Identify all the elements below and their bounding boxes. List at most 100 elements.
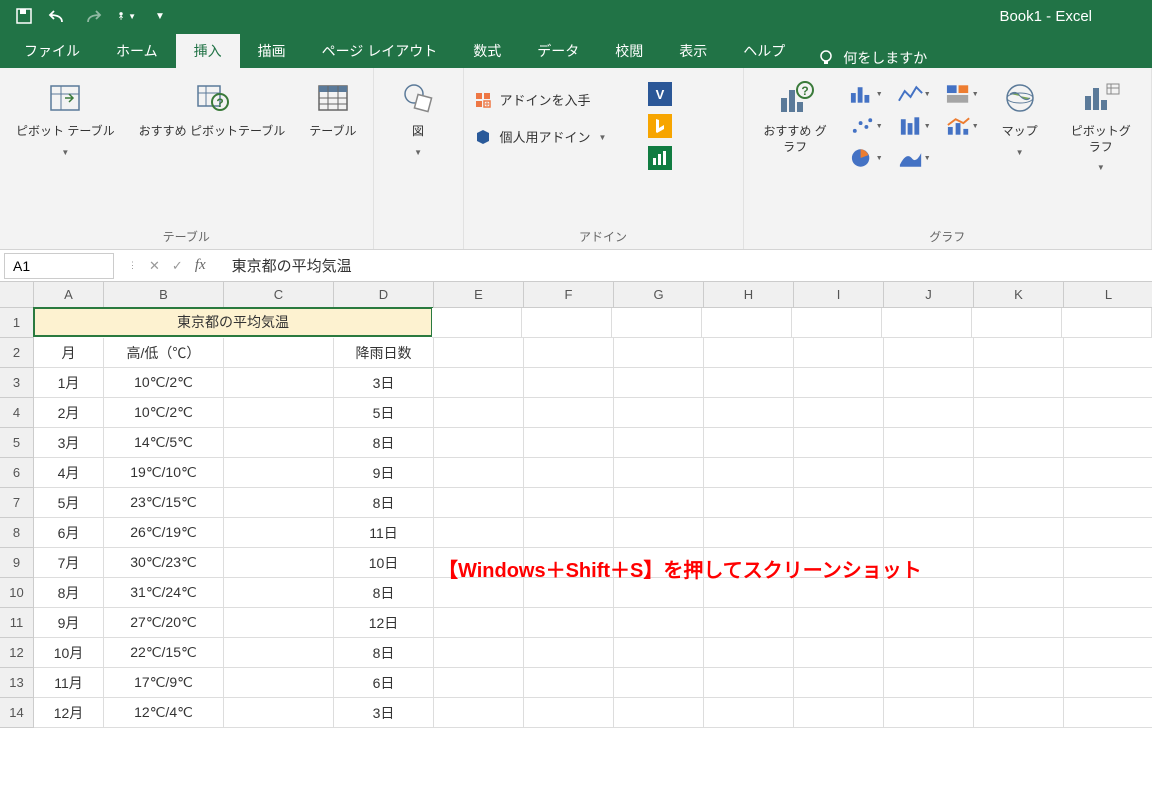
cell[interactable] [884, 398, 974, 428]
line-chart-icon[interactable]: ▼ [897, 82, 931, 106]
cell[interactable] [884, 578, 974, 608]
cell[interactable]: 9日 [334, 458, 434, 488]
cell[interactable] [224, 548, 334, 578]
cell[interactable] [524, 578, 614, 608]
save-icon[interactable] [14, 6, 34, 26]
tab-挿入[interactable]: 挿入 [176, 34, 240, 68]
cell[interactable] [1064, 698, 1152, 728]
formula-input[interactable]: 東京都の平均気温 [220, 255, 1152, 276]
cell[interactable] [974, 668, 1064, 698]
tab-描画[interactable]: 描画 [240, 34, 304, 68]
cell[interactable]: 7月 [34, 548, 104, 578]
cell[interactable] [614, 548, 704, 578]
cell[interactable] [884, 638, 974, 668]
cell[interactable] [794, 368, 884, 398]
cell[interactable] [224, 518, 334, 548]
cell[interactable] [434, 548, 524, 578]
cell[interactable] [794, 338, 884, 368]
cell[interactable] [524, 428, 614, 458]
tab-ファイル[interactable]: ファイル [6, 34, 98, 68]
cell[interactable] [884, 668, 974, 698]
cell[interactable]: 10℃/2℃ [104, 398, 224, 428]
cell[interactable] [1064, 338, 1152, 368]
row-header[interactable]: 12 [0, 638, 34, 668]
redo-icon[interactable] [82, 6, 102, 26]
cell[interactable] [434, 608, 524, 638]
cell[interactable] [614, 578, 704, 608]
cell[interactable]: 14℃/5℃ [104, 428, 224, 458]
cell[interactable] [1064, 668, 1152, 698]
col-header[interactable]: D [334, 282, 434, 308]
cell[interactable] [224, 698, 334, 728]
cell[interactable]: 31℃/24℃ [104, 578, 224, 608]
combo-chart-icon[interactable]: ▼ [945, 114, 979, 138]
row-header[interactable]: 9 [0, 548, 34, 578]
col-header[interactable]: A [34, 282, 104, 308]
cell[interactable] [1064, 548, 1152, 578]
cell[interactable] [614, 608, 704, 638]
cell[interactable] [434, 488, 524, 518]
cell[interactable] [884, 428, 974, 458]
cell[interactable] [704, 428, 794, 458]
row-header[interactable]: 2 [0, 338, 34, 368]
cell[interactable] [224, 368, 334, 398]
cell[interactable] [794, 518, 884, 548]
cell[interactable] [524, 488, 614, 518]
cell[interactable]: 8日 [334, 638, 434, 668]
cell[interactable] [794, 698, 884, 728]
cell[interactable]: 12℃/4℃ [104, 698, 224, 728]
cell[interactable]: 10℃/2℃ [104, 368, 224, 398]
cell[interactable] [1064, 608, 1152, 638]
cell[interactable] [614, 518, 704, 548]
cell[interactable]: 3月 [34, 428, 104, 458]
cell[interactable] [1064, 638, 1152, 668]
cell[interactable] [794, 668, 884, 698]
cell[interactable] [224, 578, 334, 608]
cell[interactable] [434, 578, 524, 608]
cell[interactable] [524, 698, 614, 728]
cell[interactable]: 12日 [334, 608, 434, 638]
cell[interactable]: 6日 [334, 668, 434, 698]
cell[interactable] [794, 458, 884, 488]
cell[interactable] [614, 488, 704, 518]
cell[interactable] [794, 428, 884, 458]
cell[interactable] [704, 488, 794, 518]
tell-me-search[interactable]: 何をしますか [803, 48, 941, 68]
cell[interactable]: 26℃/19℃ [104, 518, 224, 548]
cell[interactable]: 3日 [334, 698, 434, 728]
table-button[interactable]: テーブル [303, 74, 362, 144]
cell[interactable]: 6月 [34, 518, 104, 548]
row-header[interactable]: 11 [0, 608, 34, 638]
cell[interactable] [524, 398, 614, 428]
cell[interactable]: 8日 [334, 578, 434, 608]
cell[interactable] [524, 338, 614, 368]
undo-icon[interactable] [48, 6, 68, 26]
cell[interactable]: 降雨日数 [334, 338, 434, 368]
tab-データ[interactable]: データ [519, 34, 597, 68]
cell[interactable] [522, 308, 612, 338]
shapes-button[interactable]: 図 ▼ [389, 74, 447, 161]
name-box[interactable] [4, 253, 114, 279]
cell[interactable] [1064, 518, 1152, 548]
cell[interactable]: 11日 [334, 518, 434, 548]
recommended-pivot-button[interactable]: ? おすすめ ピボットテーブル [133, 74, 292, 144]
tab-ページ レイアウト[interactable]: ページ レイアウト [304, 34, 456, 68]
hierarchy-chart-icon[interactable]: ▼ [945, 82, 979, 106]
col-header[interactable]: H [704, 282, 794, 308]
cell-title[interactable]: 東京都の平均気温 [33, 307, 433, 337]
cell[interactable] [974, 548, 1064, 578]
cell[interactable] [704, 638, 794, 668]
cell[interactable] [1064, 458, 1152, 488]
qat-more-icon[interactable]: ▼ [150, 6, 170, 26]
cell[interactable] [614, 458, 704, 488]
tab-数式[interactable]: 数式 [455, 34, 519, 68]
col-header[interactable]: K [974, 282, 1064, 308]
cell[interactable] [884, 518, 974, 548]
col-header[interactable]: B [104, 282, 224, 308]
row-header[interactable]: 5 [0, 428, 34, 458]
cell[interactable] [794, 488, 884, 518]
cell[interactable] [614, 338, 704, 368]
cell[interactable] [884, 698, 974, 728]
cell[interactable] [974, 518, 1064, 548]
cell[interactable] [974, 338, 1064, 368]
